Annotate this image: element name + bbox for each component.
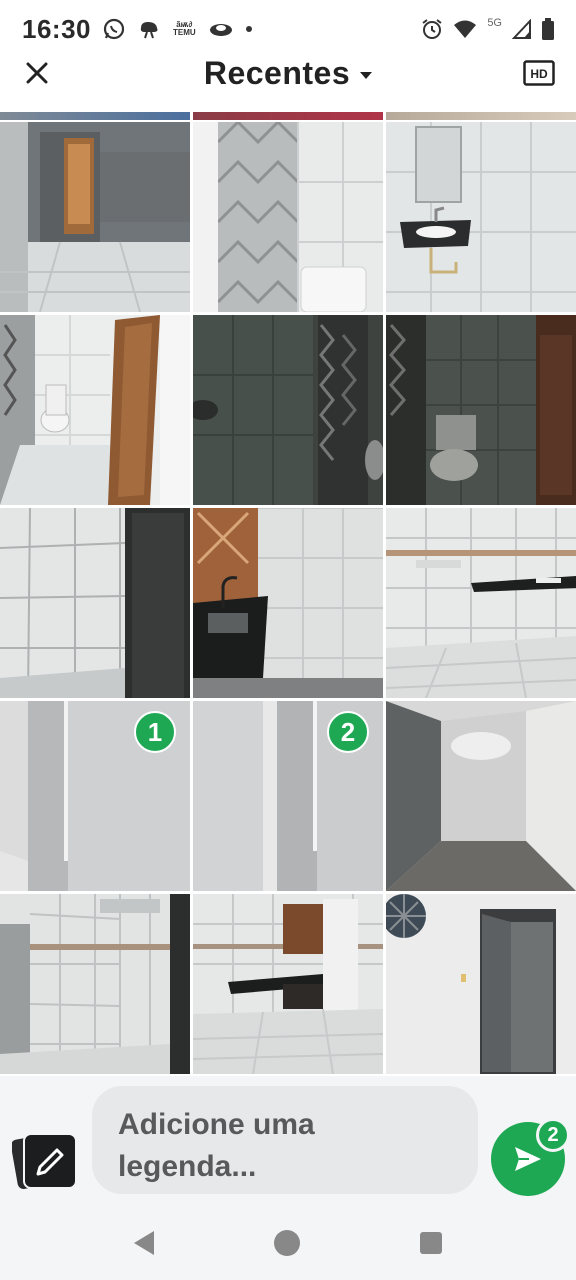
photo-thumbnail[interactable] — [386, 701, 576, 891]
selected-count-badge: 2 — [536, 1118, 570, 1152]
corner-room-photo — [386, 701, 576, 891]
partial-photo-strip — [386, 112, 576, 120]
shower-tiles-toilet-photo — [193, 122, 383, 312]
status-time: 16:30 — [22, 13, 91, 44]
hd-icon: HD — [523, 60, 555, 86]
network-type: 5G — [487, 17, 502, 29]
status-right-icons: 5G — [421, 17, 554, 40]
photo-thumbnail[interactable] — [0, 122, 190, 312]
photo-thumbnail[interactable] — [386, 315, 576, 505]
alarm-icon — [422, 19, 442, 39]
signal-icon — [512, 19, 531, 39]
temu-icon-label: TEMU — [173, 28, 196, 37]
hd-label: HD — [530, 67, 548, 81]
kitchen-counter-photo — [193, 894, 383, 1074]
photo-thumbnail-selected[interactable]: 1 — [0, 701, 190, 891]
photo-thumbnail[interactable] — [193, 122, 383, 312]
status-left-icons: ãѭ∂ TEMU — [103, 18, 252, 40]
cloud-app-icon — [140, 22, 158, 39]
partial-photo-strip — [0, 112, 190, 120]
kitchen-sink-photo — [193, 508, 383, 698]
selection-badge-2: 2 — [327, 711, 369, 753]
pencil-icon — [10, 1132, 77, 1190]
recents-icon[interactable] — [420, 1232, 442, 1254]
photo-thumbnail[interactable] — [193, 894, 383, 1074]
photo-thumbnail[interactable] — [0, 894, 190, 1074]
caption-input[interactable]: Adicione uma legenda... — [92, 1086, 478, 1194]
send-icon — [515, 1147, 541, 1171]
home-icon[interactable] — [274, 1230, 300, 1256]
photo-thumbnail[interactable] — [386, 122, 576, 312]
chevron-down-icon — [360, 71, 373, 79]
toilet-door-photo — [0, 315, 190, 505]
photo-grid: 1 2 — [0, 112, 576, 1076]
notification-dot-icon — [245, 26, 252, 32]
hd-button[interactable]: HD — [522, 58, 556, 88]
dark-toilet-photo — [386, 315, 576, 505]
hallway-doorway-photo — [0, 122, 190, 312]
photo-thumbnail[interactable] — [193, 508, 383, 698]
photo-thumbnail[interactable] — [0, 508, 190, 698]
selection-badge-1: 1 — [134, 711, 176, 753]
battery-icon — [542, 18, 554, 40]
photo-thumbnail[interactable] — [193, 315, 383, 505]
wifi-icon — [454, 20, 477, 38]
header: Recentes HD — [0, 48, 576, 98]
photo-thumbnail[interactable] — [0, 315, 190, 505]
whatsapp-icon — [103, 18, 125, 40]
dark-bathroom-photo — [193, 315, 383, 505]
back-icon[interactable] — [134, 1231, 154, 1255]
temu-icon: ãѭ∂ TEMU — [173, 21, 196, 37]
photo-thumbnail-selected[interactable]: 2 — [193, 701, 383, 891]
tiled-wall-door-photo — [0, 508, 190, 698]
tiled-room-photo — [0, 894, 190, 1074]
tiled-countertop-photo — [386, 508, 576, 698]
photo-thumbnail[interactable] — [386, 508, 576, 698]
system-nav-bar — [0, 1206, 576, 1280]
page-title: Recentes — [203, 54, 351, 91]
album-selector[interactable]: Recentes — [0, 48, 576, 98]
room-dark-door-photo — [386, 894, 576, 1074]
edit-button[interactable] — [10, 1128, 82, 1192]
notification-icon — [209, 24, 232, 36]
sink-mirror-photo — [386, 122, 576, 312]
partial-photo-strip — [193, 112, 383, 120]
photo-thumbnail[interactable] — [386, 894, 576, 1074]
